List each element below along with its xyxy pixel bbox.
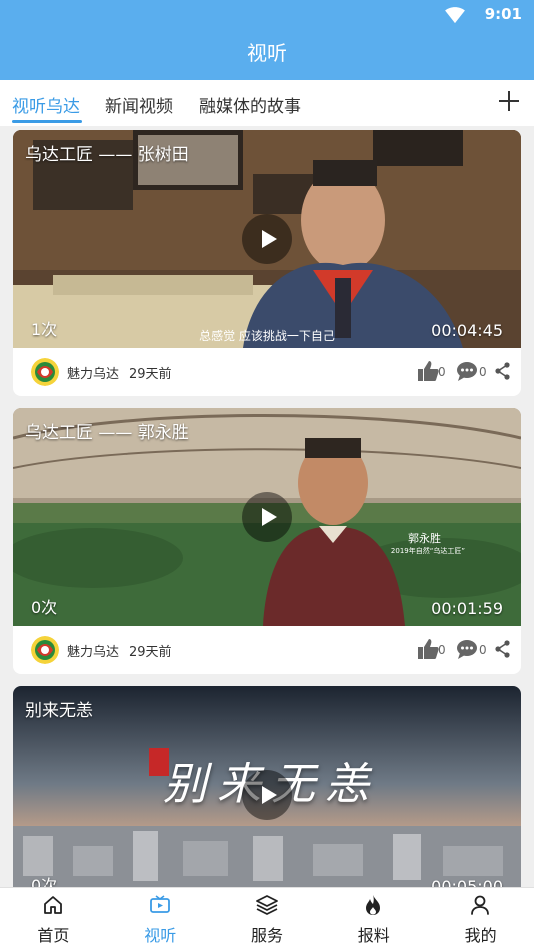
app-bar: 视听 (0, 30, 534, 80)
video-duration: 00:05:00 (431, 877, 503, 887)
view-count: 1次 (31, 320, 58, 339)
nav-label: 视听 (144, 926, 177, 945)
nav-services[interactable]: 服务 (214, 888, 321, 949)
author-name[interactable]: 魅力乌达 (67, 641, 119, 660)
video-title: 乌达工匠 —— 郭永胜 (25, 423, 189, 443)
avatar[interactable] (31, 358, 59, 386)
video-duration: 00:01:59 (431, 599, 503, 618)
overlay-subtitle: 2019年自然“乌达工匠” (390, 547, 465, 555)
comment-icon[interactable] (456, 360, 478, 382)
view-count: 0次 (31, 876, 58, 887)
tab-media-stories[interactable]: 融媒体的故事 (199, 92, 301, 117)
view-count: 0次 (31, 598, 58, 617)
wifi-icon (445, 7, 465, 24)
video-thumbnail[interactable]: 乌达工匠 —— 张树田 总感觉 应该挑战一下自己 1次 00:04:45 (13, 130, 521, 348)
page-title: 视听 (247, 41, 287, 65)
comment-icon[interactable] (456, 638, 478, 660)
post-time: 29天前 (129, 367, 172, 382)
flame-icon (366, 895, 381, 915)
tab-bar: 视听乌达 新闻视频 融媒体的故事 (0, 80, 534, 126)
tv-icon (149, 895, 170, 913)
author-name[interactable]: 魅力乌达 (67, 363, 119, 382)
like-count: 0 (438, 365, 446, 379)
play-button[interactable] (242, 492, 292, 542)
nav-label: 服务 (250, 926, 283, 945)
add-icon[interactable] (496, 88, 522, 114)
nav-label: 首页 (37, 926, 70, 945)
play-button[interactable] (242, 770, 292, 820)
play-button[interactable] (242, 214, 292, 264)
user-icon (471, 895, 490, 915)
video-card[interactable]: 乌达工匠 —— 郭永胜 郭永胜 2019年自然“乌达工匠” 0次 00:01:5… (13, 408, 521, 674)
tab-news-video[interactable]: 新闻视频 (105, 92, 173, 117)
video-title: 乌达工匠 —— 张树田 (25, 145, 189, 165)
tab-shiting-wuda[interactable]: 视听乌达 (12, 92, 80, 117)
video-meta: 魅力乌达 29天前 0 0 (13, 348, 521, 396)
video-feed[interactable]: 乌达工匠 —— 张树田 总感觉 应该挑战一下自己 1次 00:04:45 魅力乌… (0, 126, 534, 887)
overlay-person-name: 郭永胜 (408, 532, 441, 545)
nav-label: 我的 (464, 926, 497, 945)
status-bar: 9:01 (0, 0, 534, 30)
active-tab-indicator (12, 120, 82, 123)
thumbs-up-icon[interactable] (417, 638, 439, 660)
nav-report[interactable]: 报料 (320, 888, 427, 949)
nav-home[interactable]: 首页 (0, 888, 107, 949)
nav-label: 报料 (357, 926, 390, 945)
video-card[interactable]: 别来无恙 别来无恙 0次 00:05:00 (13, 686, 521, 887)
video-duration: 00:04:45 (431, 321, 503, 340)
share-icon[interactable] (494, 640, 511, 658)
nav-shiting[interactable]: 视听 (107, 888, 214, 949)
video-card[interactable]: 乌达工匠 —— 张树田 总感觉 应该挑战一下自己 1次 00:04:45 魅力乌… (13, 130, 521, 396)
video-thumbnail[interactable]: 乌达工匠 —— 郭永胜 郭永胜 2019年自然“乌达工匠” 0次 00:01:5… (13, 408, 521, 626)
post-time: 29天前 (129, 645, 172, 660)
bottom-navigation: 首页 视听 服务 报料 我的 (0, 887, 534, 949)
thumbs-up-icon[interactable] (417, 360, 439, 382)
like-count: 0 (438, 643, 446, 657)
nav-profile[interactable]: 我的 (427, 888, 534, 949)
avatar[interactable] (31, 636, 59, 664)
status-time: 9:01 (484, 5, 522, 23)
video-thumbnail[interactable]: 别来无恙 别来无恙 0次 00:05:00 (13, 686, 521, 887)
home-icon (44, 896, 62, 914)
video-meta: 魅力乌达 29天前 0 0 (13, 626, 521, 674)
share-icon[interactable] (494, 362, 511, 380)
comment-count: 0 (479, 643, 487, 657)
layers-icon (255, 895, 278, 915)
comment-count: 0 (479, 365, 487, 379)
video-title: 别来无恙 (25, 701, 93, 721)
